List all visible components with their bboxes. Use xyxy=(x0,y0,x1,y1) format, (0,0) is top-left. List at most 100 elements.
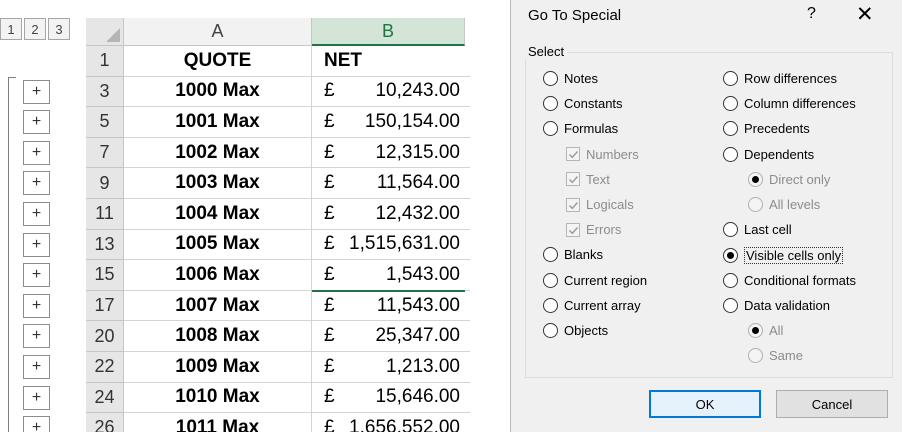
option-objects[interactable]: Objects xyxy=(543,323,608,338)
cancel-button[interactable]: Cancel xyxy=(776,390,888,418)
radio-data-validation[interactable] xyxy=(723,297,738,313)
radio-objects[interactable] xyxy=(543,323,558,338)
ok-button[interactable]: OK xyxy=(649,390,761,418)
currency-symbol: £ xyxy=(324,172,335,194)
expand-group-button[interactable]: + xyxy=(23,110,50,135)
net-cell[interactable]: £1,515,631.00 xyxy=(312,230,470,261)
net-cell[interactable]: £11,564.00 xyxy=(312,168,470,199)
close-button[interactable]: ✕ xyxy=(856,2,874,27)
outline-level-2-button[interactable]: 2 xyxy=(24,18,46,40)
net-cell[interactable]: £150,154.00 xyxy=(312,107,470,138)
row-header[interactable]: 7 xyxy=(86,137,124,169)
row-header[interactable]: 13 xyxy=(86,229,124,261)
option-visible-cells-only[interactable]: Visible cells only xyxy=(723,247,844,265)
net-cell[interactable]: £1,543.00 xyxy=(312,260,470,291)
net-cell[interactable]: £15,646.00 xyxy=(312,383,470,414)
expand-group-button[interactable]: + xyxy=(23,79,50,104)
option-dependents[interactable]: Dependents xyxy=(723,146,814,162)
expand-group-button[interactable]: + xyxy=(23,293,50,318)
column-header-a[interactable]: A xyxy=(124,18,312,46)
row-header[interactable]: 26 xyxy=(86,413,124,432)
quote-cell[interactable]: 1010 Max xyxy=(124,382,312,414)
radio-dependents[interactable] xyxy=(723,146,738,162)
option-label: Visible cells only xyxy=(744,247,844,265)
help-button[interactable]: ? xyxy=(807,5,816,23)
quote-cell[interactable]: 1006 Max xyxy=(124,260,312,291)
option-notes[interactable]: Notes xyxy=(543,71,598,86)
row-header[interactable]: 22 xyxy=(86,352,124,383)
radio-current-region[interactable] xyxy=(543,272,558,288)
table-row: 13 1005 Max £1,515,631.00 xyxy=(86,229,470,261)
radio-conditional-formats[interactable] xyxy=(723,272,738,288)
row-header[interactable]: 9 xyxy=(86,168,124,199)
quote-cell[interactable]: 1005 Max xyxy=(124,229,312,261)
option-row-differences[interactable]: Row differences xyxy=(723,71,837,86)
option-last-cell[interactable]: Last cell xyxy=(723,222,792,238)
net-cell[interactable]: £10,243.00 xyxy=(312,77,470,108)
radio-notes[interactable] xyxy=(543,71,558,86)
row-header[interactable]: 15 xyxy=(86,260,124,291)
option-current-region[interactable]: Current region xyxy=(543,272,647,288)
row-header[interactable]: 3 xyxy=(86,76,124,108)
row-header[interactable]: 20 xyxy=(86,321,124,352)
option-label: Text xyxy=(586,171,610,187)
net-amount: 11,564.00 xyxy=(376,172,460,194)
option-column-differences[interactable]: Column differences xyxy=(723,96,856,112)
option-formulas[interactable]: Formulas xyxy=(543,121,618,137)
expand-group-button[interactable]: + xyxy=(23,263,50,288)
quote-cell[interactable]: 1009 Max xyxy=(124,352,312,383)
expand-group-button[interactable]: + xyxy=(23,171,50,196)
radio-precedents[interactable] xyxy=(723,121,738,137)
table-row: 15 1006 Max £1,543.00 xyxy=(86,260,470,291)
net-cell[interactable]: £1,656,552.00 xyxy=(312,413,470,432)
quote-cell[interactable]: 1000 Max xyxy=(124,76,312,108)
column-header-b[interactable]: B xyxy=(312,18,465,46)
quote-cell[interactable]: 1003 Max xyxy=(124,168,312,199)
quote-cell[interactable]: 1004 Max xyxy=(124,199,312,230)
radio-visible-cells-only[interactable] xyxy=(723,248,738,264)
quote-cell[interactable]: 1007 Max xyxy=(124,290,312,322)
quote-cell[interactable]: 1011 Max xyxy=(124,413,312,432)
option-precedents[interactable]: Precedents xyxy=(723,121,810,137)
quote-cell[interactable]: 1001 Max xyxy=(124,107,312,138)
radio-current-array[interactable] xyxy=(543,297,558,313)
row-header[interactable]: 1 xyxy=(86,46,124,77)
outline-level-1-button[interactable]: 1 xyxy=(0,18,22,40)
net-header-cell[interactable]: NET xyxy=(312,46,470,77)
row-header[interactable]: 11 xyxy=(86,199,124,230)
radio-last-cell[interactable] xyxy=(723,222,738,238)
row-header[interactable]: 5 xyxy=(86,107,124,138)
quote-cell[interactable]: 1008 Max xyxy=(124,321,312,352)
currency-symbol: £ xyxy=(324,110,335,132)
quote-cell[interactable]: QUOTE xyxy=(124,46,312,77)
net-header-label: NET xyxy=(324,49,362,71)
net-cell[interactable]: £25,347.00 xyxy=(312,321,470,352)
net-cell[interactable]: £11,543.00 xyxy=(312,291,470,322)
expand-group-button[interactable]: + xyxy=(23,324,50,349)
radio-blanks[interactable] xyxy=(543,247,558,263)
outline-level-3-button[interactable]: 3 xyxy=(48,18,70,40)
net-cell[interactable]: £1,213.00 xyxy=(312,352,470,383)
option-data-validation[interactable]: Data validation xyxy=(723,297,830,313)
row-header[interactable]: 24 xyxy=(86,382,124,414)
option-label: All levels xyxy=(769,197,821,212)
option-current-array[interactable]: Current array xyxy=(543,297,641,313)
radio-column-differences[interactable] xyxy=(723,96,738,112)
net-cell[interactable]: £12,432.00 xyxy=(312,199,470,230)
row-header[interactable]: 17 xyxy=(86,290,124,322)
option-blanks[interactable]: Blanks xyxy=(543,247,603,263)
expand-group-button[interactable]: + xyxy=(23,232,50,257)
radio-constants[interactable] xyxy=(543,96,558,112)
quote-cell[interactable]: 1002 Max xyxy=(124,137,312,169)
select-all-corner[interactable] xyxy=(86,18,124,46)
option-constants[interactable]: Constants xyxy=(543,96,623,112)
expand-group-button[interactable]: + xyxy=(23,202,50,226)
radio-row-differences[interactable] xyxy=(723,71,738,86)
expand-group-button[interactable]: + xyxy=(23,385,50,410)
expand-group-button[interactable]: + xyxy=(23,355,50,379)
net-cell[interactable]: £12,315.00 xyxy=(312,138,470,169)
option-conditional-formats[interactable]: Conditional formats xyxy=(723,272,856,288)
expand-group-button[interactable]: + xyxy=(23,140,50,165)
expand-group-button[interactable]: + xyxy=(23,416,50,432)
radio-formulas[interactable] xyxy=(543,121,558,137)
